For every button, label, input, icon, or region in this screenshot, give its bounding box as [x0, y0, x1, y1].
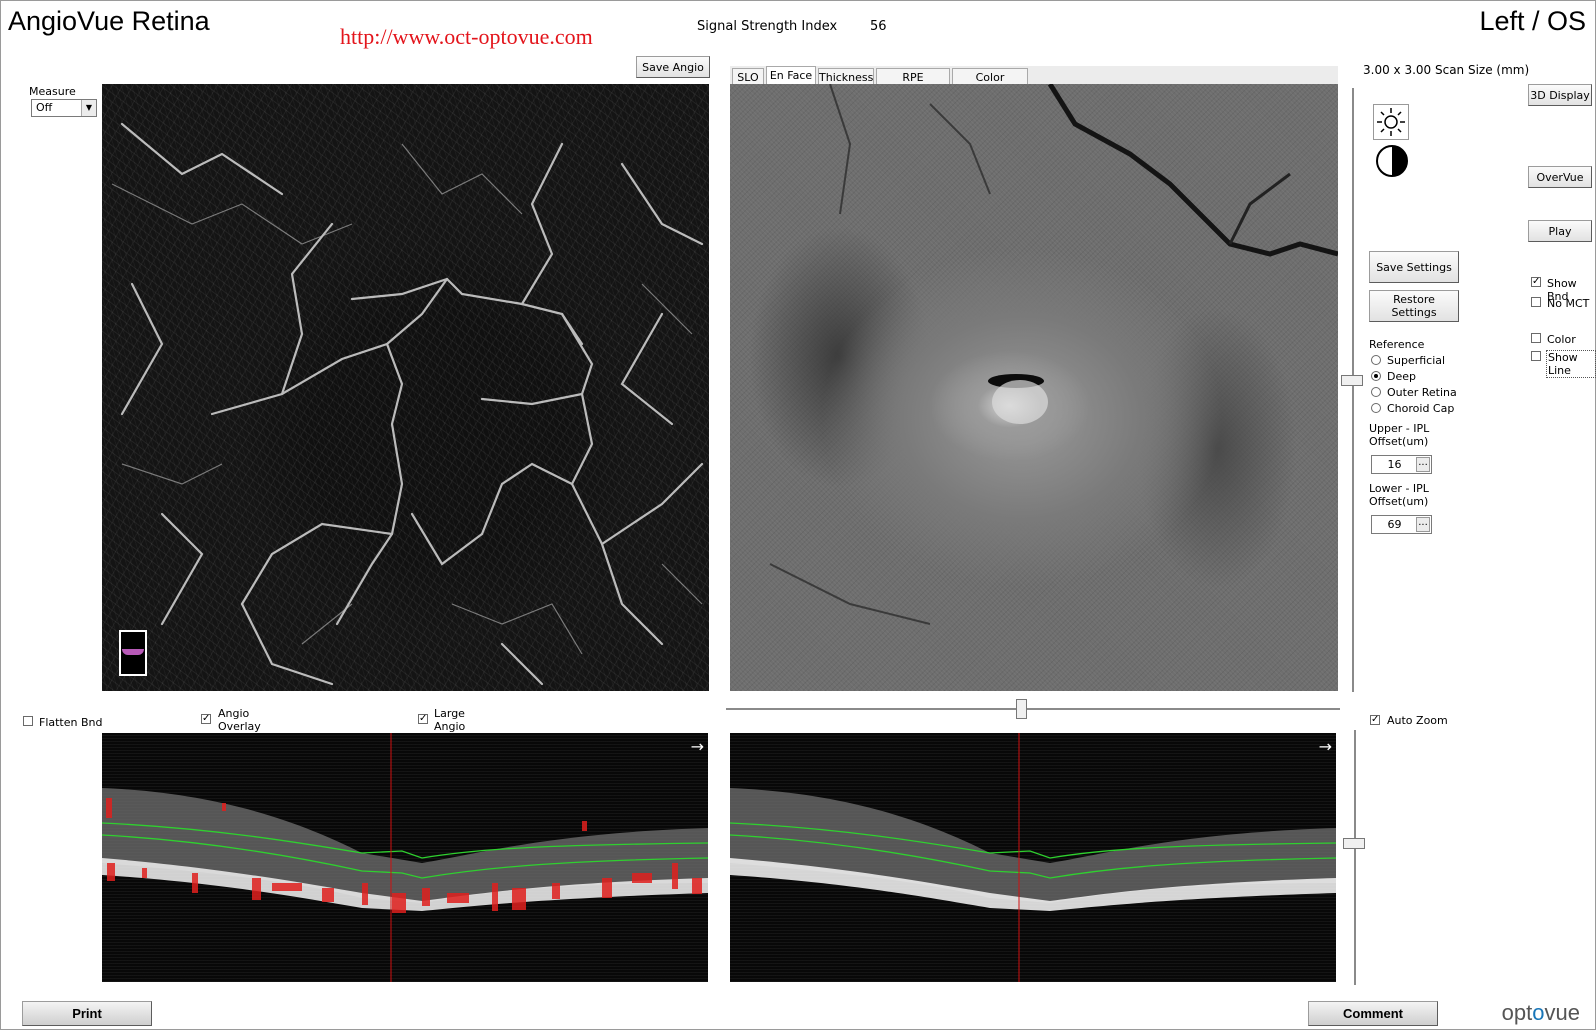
auto-zoom-checkbox[interactable]: ✓ — [1370, 715, 1380, 725]
tab-rpe-elevation[interactable]: RPE Elevation — [876, 68, 950, 101]
large-angio-checkbox[interactable]: ✓ — [418, 714, 428, 724]
save-angio-button[interactable]: Save Angio — [636, 56, 710, 78]
b-scan-vertical-slider[interactable] — [1354, 730, 1356, 985]
tab-color-overlay[interactable]: Color Overlay — [952, 68, 1028, 101]
lower-offset-label-1: Lower - IPL — [1369, 482, 1429, 495]
contrast-glyph — [1376, 145, 1408, 177]
en-face-vertical-slider[interactable] — [1352, 88, 1354, 692]
angio-overlay-checkbox[interactable]: ✓ — [201, 714, 211, 724]
print-button[interactable]: Print — [22, 1001, 152, 1026]
tab-en-face[interactable]: En Face — [766, 66, 816, 86]
no-mct-checkbox[interactable] — [1531, 297, 1541, 307]
b-scan-right-layers — [730, 733, 1336, 982]
b-scan-angio-overlay[interactable]: → — [102, 733, 708, 982]
b-scan-structural[interactable]: → — [730, 733, 1336, 982]
reference-radio-superficial[interactable] — [1371, 355, 1381, 365]
arrow-right-icon[interactable]: → — [691, 737, 704, 756]
en-face-vessels — [769, 84, 1338, 625]
reference-radio-outer-retina[interactable] — [1371, 387, 1381, 397]
lower-offset-label-2: Offset(um) — [1369, 495, 1429, 508]
logo-text-accent: o — [1532, 1000, 1545, 1025]
play-button[interactable]: Play — [1528, 220, 1592, 242]
angio-overlay-label-2: Overlay — [218, 720, 261, 733]
reference-option-deep: Deep — [1387, 370, 1416, 383]
auto-zoom-label: Auto Zoom — [1387, 714, 1448, 727]
app-title: AngioVue Retina — [8, 6, 210, 36]
reference-label: Reference — [1369, 338, 1425, 351]
b-scan-slider-thumb[interactable] — [1343, 838, 1365, 849]
angio-overlay-label-1: Angio — [218, 707, 250, 720]
chevron-down-icon[interactable]: ▼ — [81, 100, 96, 116]
measure-select-value: Off — [36, 101, 53, 114]
reference-radio-deep[interactable] — [1371, 371, 1381, 381]
horizontal-slider[interactable] — [726, 708, 1340, 710]
en-face-slider-thumb[interactable] — [1341, 375, 1363, 386]
show-line-label: Show Line — [1546, 350, 1596, 378]
measure-select[interactable]: Off ▼ — [31, 99, 97, 117]
no-mct-label: No MCT — [1547, 297, 1590, 310]
upper-offset-label-2: Offset(um) — [1369, 435, 1429, 448]
reference-option-superficial: Superficial — [1387, 354, 1446, 367]
tab-thickness[interactable]: Thickness — [818, 68, 874, 85]
logo-text-2: vue — [1544, 1000, 1580, 1025]
color-checkbox[interactable] — [1531, 333, 1541, 343]
show-line-checkbox[interactable] — [1531, 351, 1541, 361]
measure-label: Measure — [29, 85, 76, 98]
contrast-icon[interactable] — [1375, 144, 1409, 178]
large-angio-label-1: Large — [434, 707, 465, 720]
signal-strength-label: Signal Strength Index — [697, 19, 838, 34]
reference-option-choroid-cap: Choroid Cap — [1387, 402, 1455, 415]
sun-glyph — [1377, 108, 1405, 136]
lower-offset-value: 69 — [1387, 518, 1402, 531]
overvue-button[interactable]: OverVue — [1528, 166, 1592, 188]
signal-strength-value: 56 — [870, 19, 887, 34]
color-label: Color — [1547, 333, 1576, 346]
vessel-network — [111, 122, 704, 686]
upper-offset-value: 16 — [1387, 458, 1402, 471]
scan-size-label: 3.00 x 3.00 Scan Size (mm) — [1363, 63, 1530, 77]
comment-button[interactable]: Comment — [1308, 1001, 1438, 1026]
angio-image[interactable] — [102, 84, 709, 691]
logo-text-1: opt — [1501, 1000, 1533, 1025]
large-angio-label-2: Angio — [434, 720, 466, 733]
reference-radio-choroid-cap[interactable] — [1371, 403, 1381, 413]
brightness-icon[interactable] — [1373, 104, 1409, 140]
show-bnd-checkbox[interactable]: ✓ — [1531, 277, 1541, 287]
restore-settings-button[interactable]: Restore Settings — [1369, 290, 1459, 322]
upper-offset-label-1: Upper - IPL — [1369, 422, 1430, 435]
save-settings-button[interactable]: Save Settings — [1369, 251, 1459, 283]
optovue-logo: optovue — [1502, 1000, 1580, 1026]
upper-offset-more-button[interactable]: ... — [1416, 457, 1430, 472]
tab-slo[interactable]: SLO — [732, 68, 764, 85]
3d-display-button[interactable]: 3D Display — [1528, 84, 1592, 106]
eye-label: Left / OS — [1479, 6, 1586, 36]
b-scan-left-layers — [102, 733, 708, 982]
lower-offset-input[interactable]: 69 ... — [1371, 515, 1432, 534]
lower-offset-more-button[interactable]: ... — [1416, 517, 1430, 532]
flatten-bnd-checkbox[interactable] — [23, 716, 33, 726]
horizontal-slider-thumb[interactable] — [1016, 699, 1027, 719]
arrow-right-icon[interactable]: → — [1319, 737, 1332, 756]
upper-offset-input[interactable]: 16 ... — [1371, 455, 1432, 474]
reference-option-outer-retina: Outer Retina — [1387, 386, 1457, 399]
flatten-bnd-label: Flatten Bnd — [39, 716, 103, 729]
en-face-image[interactable] — [730, 84, 1338, 691]
watermark-url: http://www.oct-optovue.com — [340, 24, 593, 49]
slab-indicator-icon — [119, 630, 147, 676]
